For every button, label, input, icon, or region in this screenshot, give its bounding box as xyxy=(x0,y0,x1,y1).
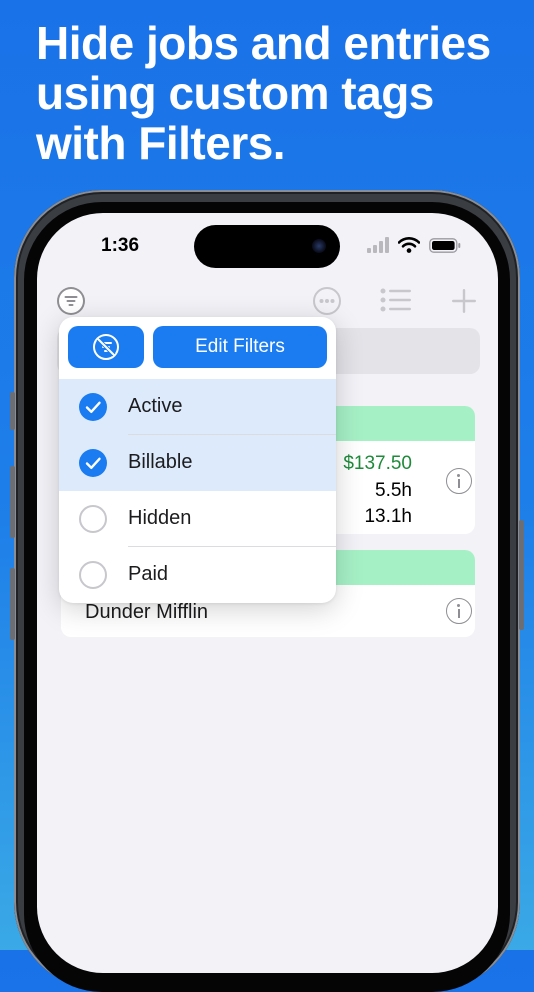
filter-menu: Edit Filters Active Billable Hidden Paid xyxy=(59,317,336,603)
filter-item-hidden[interactable]: Hidden xyxy=(59,491,336,547)
power-button xyxy=(519,520,524,630)
checkmark-icon xyxy=(79,393,107,421)
filter-item-paid[interactable]: Paid xyxy=(59,547,336,603)
filter-icon[interactable] xyxy=(56,286,86,321)
action-button xyxy=(10,392,15,430)
wifi-icon xyxy=(397,237,421,258)
dynamic-island xyxy=(194,225,340,268)
filter-item-label: Billable xyxy=(128,451,193,473)
info-icon[interactable] xyxy=(446,468,472,494)
client-name: Dunder Mifflin xyxy=(85,601,209,623)
headline-line-1: Hide jobs and entries xyxy=(36,17,491,69)
headline-line-2: using custom tags xyxy=(36,67,434,119)
filter-menu-actions: Edit Filters xyxy=(59,317,336,379)
plus-icon[interactable] xyxy=(451,288,477,319)
phone-screen: 1:36 $137.50 5.5h 13.1h Dunder Mifflin E… xyxy=(37,213,498,973)
status-time: 1:36 xyxy=(101,235,140,256)
filter-item-label: Hidden xyxy=(128,507,192,529)
info-icon[interactable] xyxy=(446,598,472,624)
clear-filters-button[interactable] xyxy=(68,326,144,368)
job-amount: $137.50 xyxy=(343,453,412,474)
volume-up-button xyxy=(10,466,15,538)
edit-filters-button[interactable]: Edit Filters xyxy=(153,326,327,368)
clear-filter-icon xyxy=(92,333,120,366)
job-total-hours: 13.1h xyxy=(364,506,412,527)
more-icon[interactable] xyxy=(312,286,342,321)
headline-line-3: with Filters. xyxy=(36,117,286,169)
empty-circle-icon xyxy=(79,505,107,533)
volume-down-button xyxy=(10,568,15,640)
battery-icon xyxy=(429,238,461,258)
headline: Hide jobs and entries using custom tags … xyxy=(36,18,516,168)
empty-circle-icon xyxy=(79,561,107,589)
filter-item-billable[interactable]: Billable xyxy=(59,435,336,491)
status-icons xyxy=(367,237,467,257)
checkmark-icon xyxy=(79,449,107,477)
filter-item-active[interactable]: Active xyxy=(59,379,336,435)
filter-item-label: Active xyxy=(128,395,183,417)
cellular-signal-icon xyxy=(367,237,389,258)
job-hours: 5.5h xyxy=(375,480,412,501)
list-icon[interactable] xyxy=(380,288,412,317)
filter-item-label: Paid xyxy=(128,563,169,585)
camera-icon xyxy=(312,239,326,253)
